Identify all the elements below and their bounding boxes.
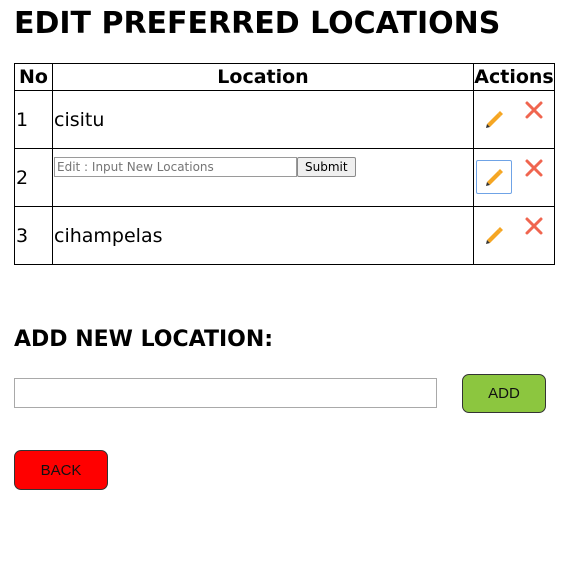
edit-button[interactable] [476,102,512,136]
add-location-title: ADD NEW LOCATION: [14,327,274,352]
row-number: 1 [14,90,53,149]
actions-cell [473,148,555,207]
table-row: 1 cisitu [14,90,555,149]
location-name: cisitu [52,90,474,149]
actions-cell [473,90,555,149]
row-number: 3 [14,206,53,265]
edit-location-input[interactable] [54,156,297,177]
back-button[interactable]: BACK [14,450,108,490]
delete-button[interactable] [523,99,545,121]
locations-table: No Location Actions 1 cisitu 2 Edit: In… [14,63,555,265]
edit-location-cell: Submit [52,148,474,207]
table-row: 2 Submit [14,148,555,207]
column-header-no: No [14,63,53,91]
new-location-input[interactable] [14,378,437,408]
pencil-icon [486,227,503,244]
actions-cell [473,206,555,265]
location-name: cihampelas [52,206,474,265]
close-icon [525,159,543,177]
pencil-icon [486,169,503,186]
column-header-location: Location [52,63,474,91]
edit-button[interactable] [476,160,512,194]
pencil-icon [486,111,503,128]
delete-button[interactable] [523,157,545,179]
page-title: EDIT PREFERRED LOCATIONS [14,6,501,41]
submit-button[interactable]: Submit [297,156,356,177]
table-header-row: No Location Actions [14,63,555,91]
edit-button[interactable] [476,218,512,252]
row-number: 2 [14,148,53,207]
column-header-actions: Actions [473,63,555,91]
table-row: 3 cihampelas [14,206,555,265]
delete-button[interactable] [523,215,545,237]
add-button[interactable]: ADD [462,374,546,413]
close-icon [525,217,543,235]
edit-location-form: Submit [54,156,473,177]
close-icon [525,101,543,119]
